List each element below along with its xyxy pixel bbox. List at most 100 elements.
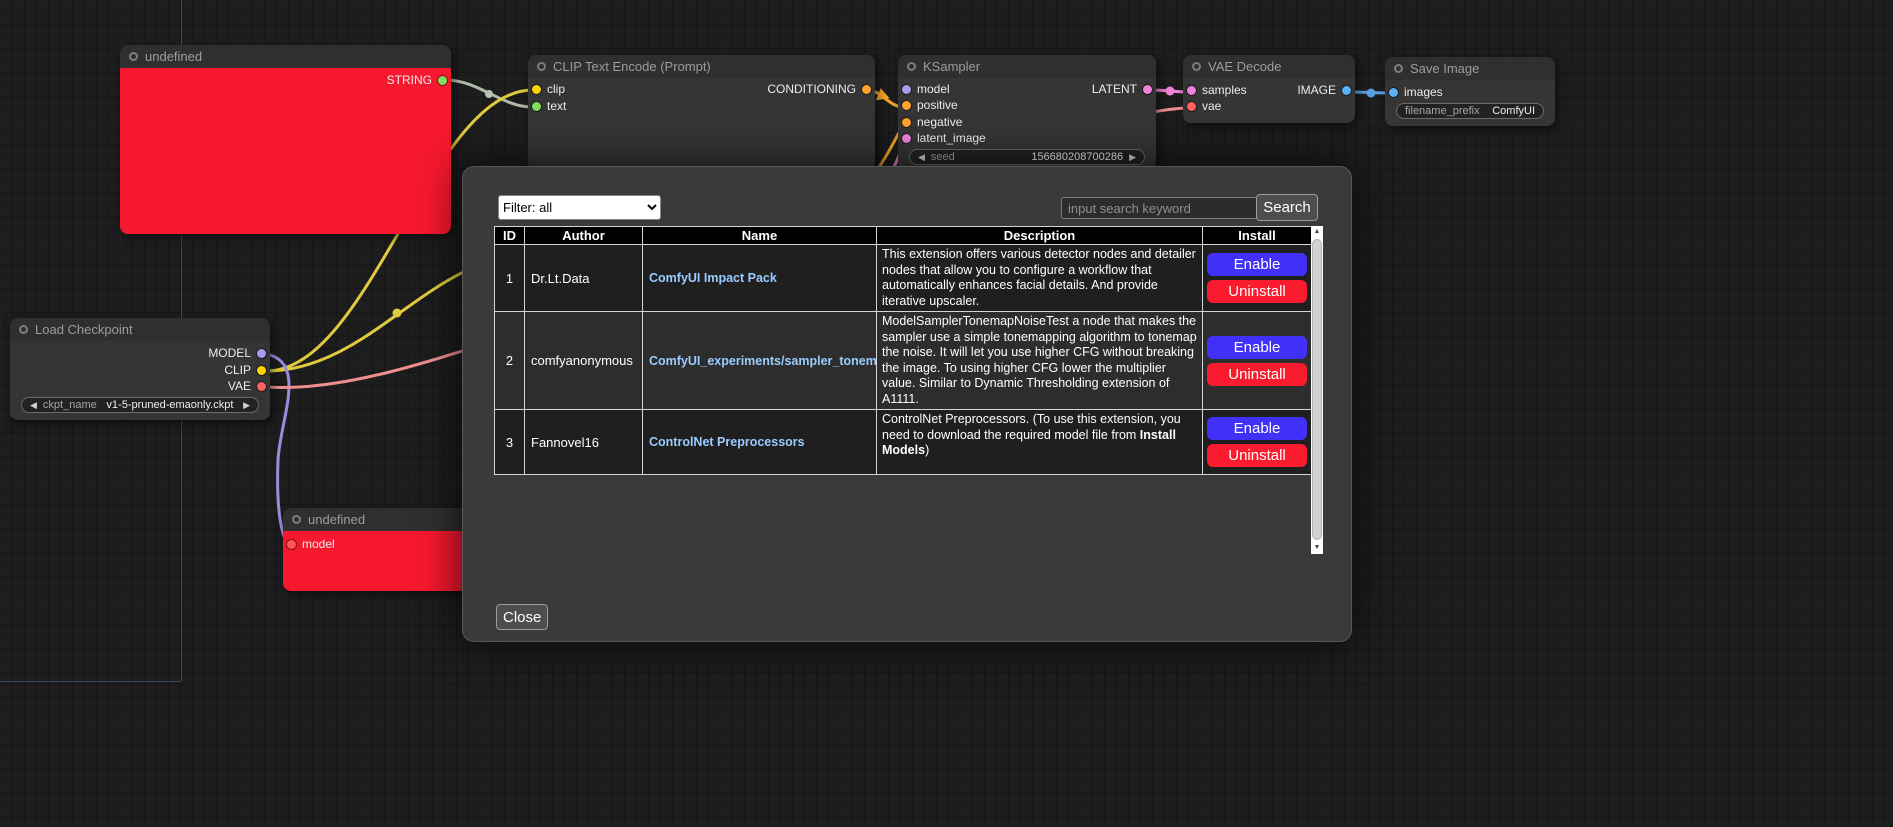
node-title-bar[interactable]: KSampler <box>898 55 1156 78</box>
extension-link[interactable]: ComfyUI Impact Pack <box>649 271 777 285</box>
table-row: 3 Fannovel16 ControlNet Preprocessors Co… <box>495 410 1312 475</box>
input-label: text <box>547 99 566 113</box>
decrement-arrow-icon[interactable]: ◀ <box>918 153 925 162</box>
cell-id: 2 <box>495 312 525 410</box>
input-label: model <box>917 82 950 96</box>
collapse-dot-icon[interactable] <box>129 52 138 61</box>
node-title-bar[interactable]: undefined <box>120 45 451 68</box>
negative-input-port[interactable] <box>902 118 911 127</box>
node-title-bar[interactable]: Save Image <box>1385 57 1555 80</box>
ckpt-name-widget[interactable]: ◀ ckpt_name v1-5-pruned-emaonly.ckpt ▶ <box>21 397 259 413</box>
input-label: vae <box>1202 99 1221 113</box>
node-clip-text-encode[interactable]: CLIP Text Encode (Prompt) clip text COND… <box>528 55 875 170</box>
uninstall-button[interactable]: Uninstall <box>1207 363 1307 386</box>
extension-link[interactable]: ControlNet Preprocessors <box>649 435 805 449</box>
node-title-label: undefined <box>308 512 365 527</box>
wire-dot-string <box>485 90 493 98</box>
clip-input-port[interactable] <box>532 85 541 94</box>
cell-id: 1 <box>495 245 525 312</box>
input-label: latent_image <box>917 131 986 145</box>
node-body: MODEL CLIP VAE ◀ ckpt_name v1-5-pruned-e… <box>10 341 270 420</box>
close-button[interactable]: Close <box>496 604 548 630</box>
model-output-port[interactable] <box>257 349 266 358</box>
scrollbar-thumb[interactable] <box>1312 239 1322 540</box>
output-slot-vae: VAE <box>228 379 266 393</box>
node-title-bar[interactable]: Load Checkpoint <box>10 318 270 341</box>
col-header-author: Author <box>525 227 643 245</box>
next-arrow-icon[interactable]: ▶ <box>243 401 250 410</box>
node-title-bar[interactable]: VAE Decode <box>1183 55 1355 78</box>
node-title-label: Save Image <box>1410 61 1479 76</box>
description-text: ModelSamplerTonemapNoiseTest a node that… <box>882 314 1197 406</box>
collapse-dot-icon[interactable] <box>1192 62 1201 71</box>
model-input-port[interactable] <box>287 540 296 549</box>
output-label: STRING <box>387 73 432 87</box>
cell-author: comfyanonymous <box>525 312 643 410</box>
input-label: images <box>1404 85 1443 99</box>
collapse-dot-icon[interactable] <box>19 325 28 334</box>
table-row: 1 Dr.Lt.Data ComfyUI Impact Pack This ex… <box>495 245 1312 312</box>
table-row: 2 comfyanonymous ComfyUI_experiments/sam… <box>495 312 1312 410</box>
collapse-dot-icon[interactable] <box>292 515 301 524</box>
collapse-dot-icon[interactable] <box>537 62 546 71</box>
increment-arrow-icon[interactable]: ▶ <box>1129 153 1136 162</box>
wire-string-to-text <box>446 80 532 107</box>
table-header-row: ID Author Name Description Install <box>495 227 1312 245</box>
node-canvas[interactable]: undefined STRING CLIP Text Encode (Promp… <box>0 0 1893 827</box>
table-scrollbar[interactable]: ▲ ▼ <box>1311 226 1323 554</box>
input-slot-positive: positive <box>902 98 958 112</box>
search-input[interactable] <box>1061 197 1261 219</box>
output-slot-string: STRING <box>387 73 447 87</box>
uninstall-button[interactable]: Uninstall <box>1207 280 1307 303</box>
filename-prefix-widget[interactable]: filename_prefix ComfyUI <box>1396 103 1544 119</box>
node-ksampler[interactable]: KSampler model positive negative latent_… <box>898 55 1156 170</box>
prev-arrow-icon[interactable]: ◀ <box>30 401 37 410</box>
canvas-origin-horizontal-line <box>0 681 181 682</box>
seed-widget[interactable]: ◀ seed 156680208700286 ▶ <box>909 149 1145 165</box>
scrollbar-down-icon[interactable]: ▼ <box>1311 542 1323 554</box>
enable-button[interactable]: Enable <box>1207 417 1307 440</box>
cell-name: ComfyUI_experiments/sampler_tonemap <box>643 312 877 410</box>
scrollbar-up-icon[interactable]: ▲ <box>1311 226 1323 238</box>
node-load-checkpoint[interactable]: Load Checkpoint MODEL CLIP VAE ◀ ckpt_na… <box>10 318 270 420</box>
widget-value: ComfyUI <box>1492 105 1535 117</box>
latent-image-input-port[interactable] <box>902 134 911 143</box>
filter-dropdown[interactable]: Filter: all <box>498 195 661 220</box>
vae-output-port[interactable] <box>257 382 266 391</box>
input-slot-vae: vae <box>1187 99 1221 113</box>
input-label: samples <box>1202 83 1247 97</box>
images-input-port[interactable] <box>1389 88 1398 97</box>
input-slot-text: text <box>532 99 566 113</box>
text-input-port[interactable] <box>532 102 541 111</box>
output-slot-model: MODEL <box>208 346 266 360</box>
latent-output-port[interactable] <box>1143 85 1152 94</box>
uninstall-button[interactable]: Uninstall <box>1207 444 1307 467</box>
search-button[interactable]: Search <box>1256 194 1318 221</box>
node-title-label: undefined <box>145 49 202 64</box>
enable-button[interactable]: Enable <box>1207 253 1307 276</box>
cell-description: This extension offers various detector n… <box>877 245 1203 312</box>
wire-arrow-cond <box>876 88 892 105</box>
node-undefined-top[interactable]: undefined STRING <box>120 45 451 234</box>
collapse-dot-icon[interactable] <box>907 62 916 71</box>
input-slot-negative: negative <box>902 115 962 129</box>
clip-output-port[interactable] <box>257 366 266 375</box>
output-label: MODEL <box>208 346 251 360</box>
enable-button[interactable]: Enable <box>1207 336 1307 359</box>
vae-input-port[interactable] <box>1187 102 1196 111</box>
node-title-label: CLIP Text Encode (Prompt) <box>553 59 711 74</box>
string-output-port[interactable] <box>438 76 447 85</box>
image-output-port[interactable] <box>1342 86 1351 95</box>
model-input-port[interactable] <box>902 85 911 94</box>
node-vae-decode[interactable]: VAE Decode samples vae IMAGE <box>1183 55 1355 123</box>
positive-input-port[interactable] <box>902 101 911 110</box>
description-tail: ) <box>925 443 929 457</box>
output-label: CONDITIONING <box>767 82 856 96</box>
collapse-dot-icon[interactable] <box>1394 64 1403 73</box>
samples-input-port[interactable] <box>1187 86 1196 95</box>
node-save-image[interactable]: Save Image images filename_prefix ComfyU… <box>1385 57 1555 126</box>
node-title-bar[interactable]: CLIP Text Encode (Prompt) <box>528 55 875 78</box>
widget-value: 156680208700286 <box>1031 151 1123 163</box>
extension-link[interactable]: ComfyUI_experiments/sampler_tonemap <box>649 354 877 368</box>
conditioning-output-port[interactable] <box>862 85 871 94</box>
